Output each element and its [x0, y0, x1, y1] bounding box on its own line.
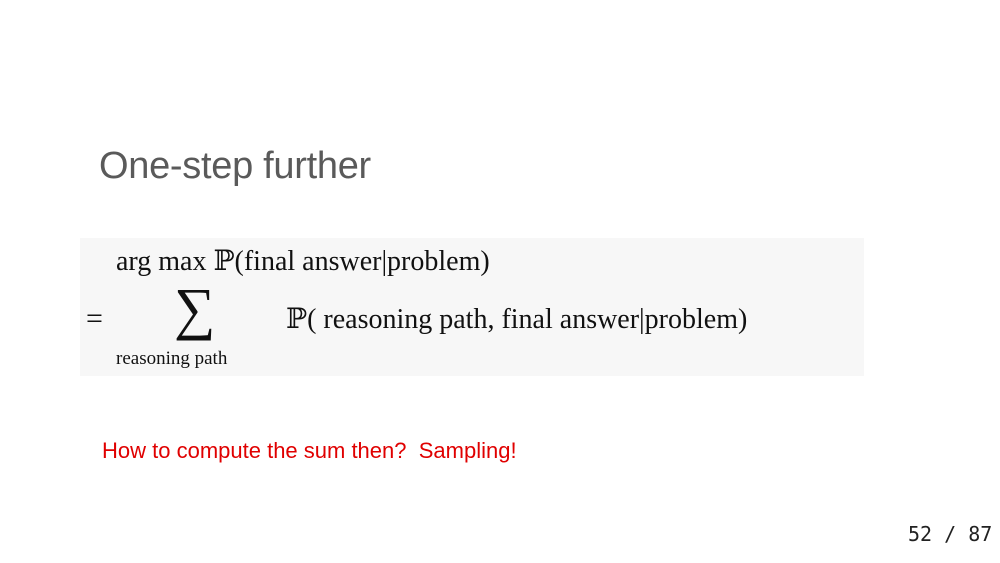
summation-subscript: reasoning path — [116, 348, 228, 369]
slide-title: One-step further — [99, 145, 371, 187]
summation-symbol: ∑ — [174, 276, 216, 341]
slide: One-step further arg max ℙ(final answer|… — [0, 0, 1000, 563]
joint-probability-expression: ( reasoning path, final answer|problem) — [307, 304, 748, 335]
equals-sign: = — [86, 302, 103, 335]
probability-expression: (final answer|problem) — [234, 246, 490, 277]
probability-symbol: ℙ — [213, 244, 235, 277]
equation-line-2: ℙ( reasoning path, final answer|problem) — [286, 302, 747, 336]
page-number: 52 / 87 — [908, 522, 993, 546]
math-equation: arg max ℙ(final answer|problem) = ∑ reas… — [80, 238, 864, 376]
probability-symbol: ℙ — [286, 302, 308, 335]
argmax-operator: arg max — [116, 246, 207, 277]
equation-line-1: arg max ℙ(final answer|problem) — [116, 244, 490, 278]
highlight-note: How to compute the sum then? Sampling! — [102, 438, 517, 463]
